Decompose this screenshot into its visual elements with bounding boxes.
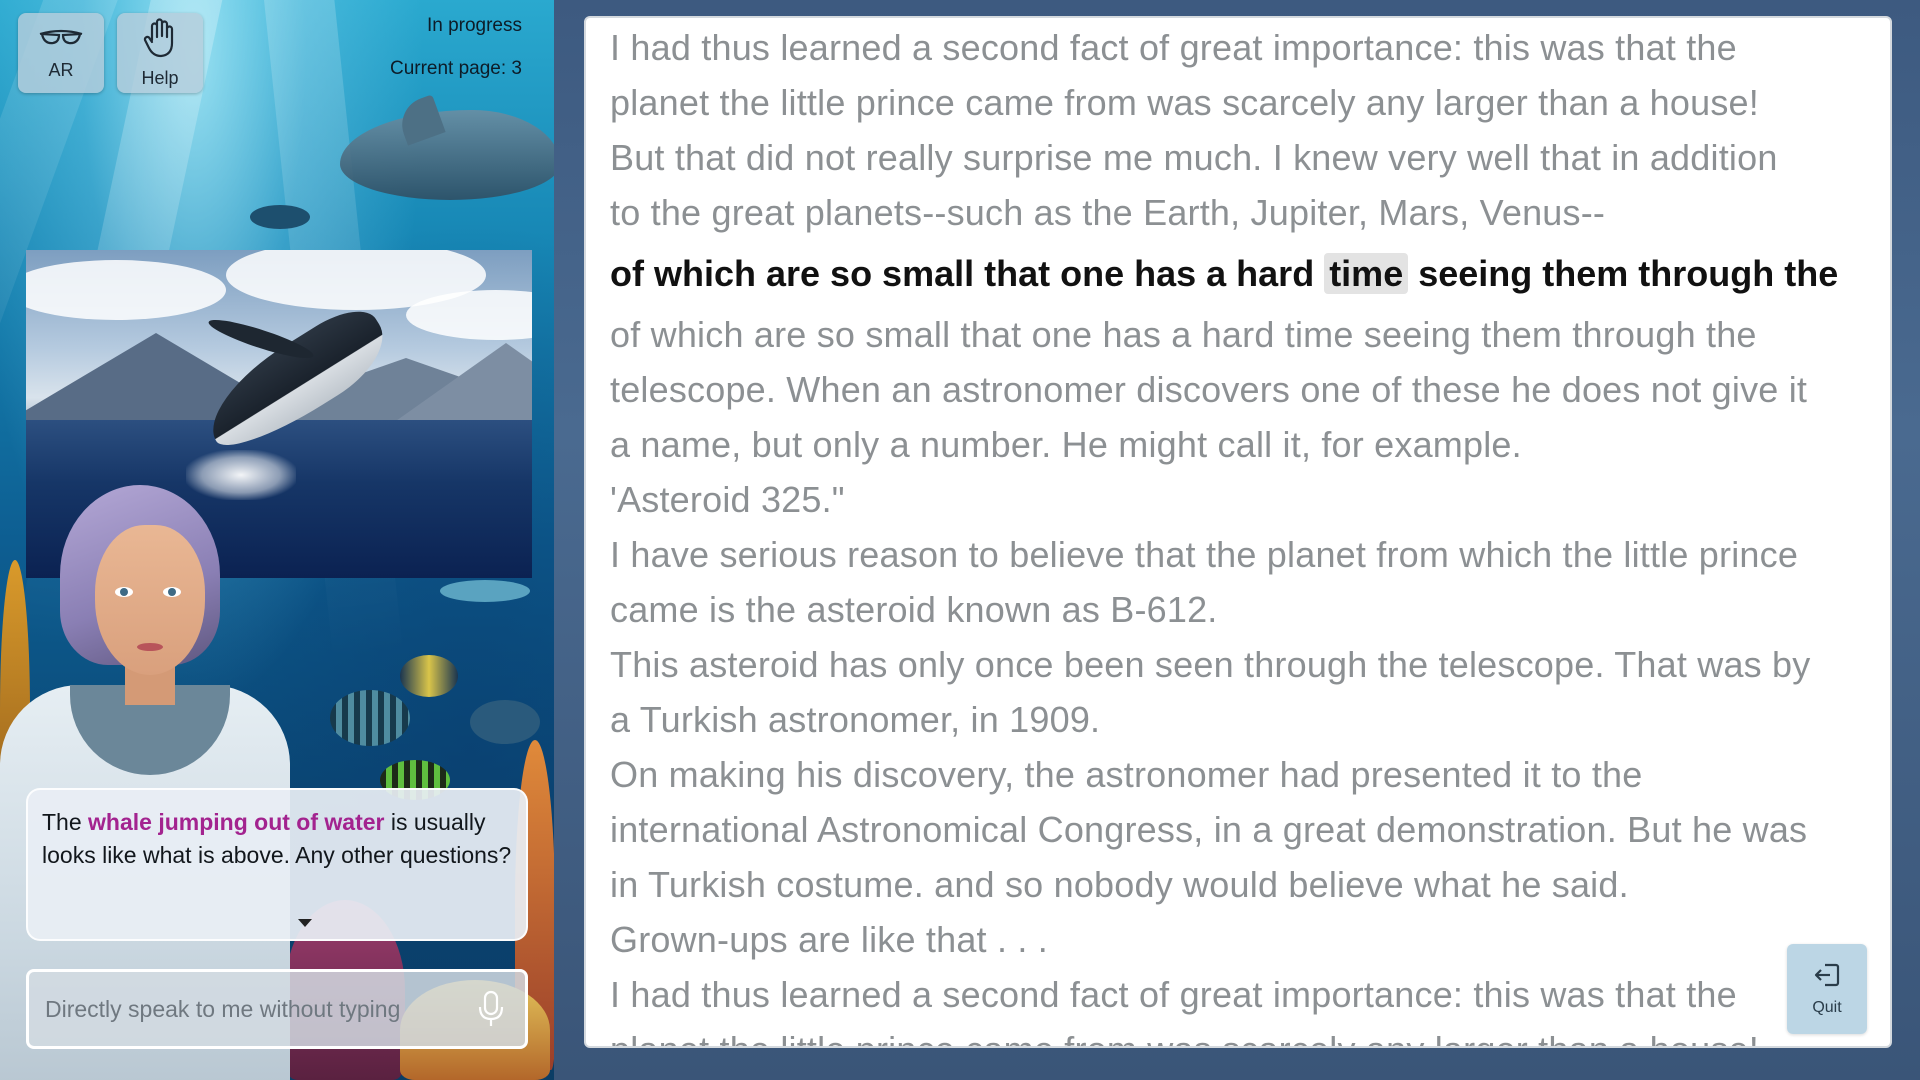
- speak-input-container: [26, 969, 528, 1049]
- left-panel: AR Help In progress Current page: 3 The …: [0, 0, 554, 1080]
- reader-line: This asteroid has only once been seen th…: [610, 644, 1811, 685]
- reader-line: On making his discovery, the astronomer …: [610, 754, 1643, 795]
- expand-caret-icon[interactable]: [298, 919, 312, 927]
- chat-message-prefix: The: [42, 809, 89, 835]
- raised-hand-icon: [143, 17, 177, 62]
- fish-shape: [440, 580, 530, 602]
- current-page-indicator: Current page: 3: [389, 58, 522, 79]
- reader-line: I have serious reason to believe that th…: [610, 534, 1799, 575]
- reader-panel[interactable]: I had thus learned a second fact of grea…: [584, 16, 1892, 1048]
- avatar-eye: [115, 587, 133, 597]
- reader-text: I had thus learned a second fact of grea…: [610, 20, 1870, 1046]
- avatar-mouth: [137, 643, 163, 651]
- current-word-highlight: time: [1324, 253, 1409, 294]
- reader-line: I had thus learned a second fact of grea…: [610, 27, 1737, 68]
- reader-line: a Turkish astronomer, in 1909.: [610, 699, 1101, 740]
- reader-line: came is the asteroid known as B-612.: [610, 589, 1218, 630]
- avatar-eye: [163, 587, 181, 597]
- current-line-before: of which are so small that one has a har…: [610, 253, 1325, 294]
- ar-glasses-icon: [38, 26, 84, 54]
- reader-line: in Turkish costume. and so nobody would …: [610, 864, 1629, 905]
- progress-status: In progress: [426, 15, 522, 36]
- reader-line: of which are so small that one has a har…: [610, 314, 1757, 355]
- fish-shape: [250, 205, 310, 229]
- current-line-after: seeing them through the: [1408, 253, 1839, 294]
- fish-shape: [330, 690, 410, 746]
- quit-button-label: Quit: [1812, 999, 1842, 1016]
- quit-button[interactable]: Quit: [1787, 944, 1867, 1034]
- reader-line: to the great planets--such as the Earth,…: [610, 192, 1606, 233]
- reader-line: a name, but only a number. He might call…: [610, 424, 1522, 465]
- speak-input[interactable]: [43, 994, 471, 1024]
- mountain-shape: [386, 343, 532, 428]
- microphone-icon[interactable]: [471, 984, 511, 1034]
- reader-line: Grown-ups are like that . . .: [610, 919, 1048, 960]
- ar-button-label: AR: [48, 59, 74, 80]
- dolphin-shape: [340, 110, 554, 200]
- fish-shape: [470, 700, 540, 744]
- reader-line: planet the little prince came from was s…: [610, 82, 1759, 123]
- reader-line: planet the little prince came from was s…: [610, 1022, 1870, 1046]
- avatar-face: [95, 525, 205, 675]
- help-button-label: Help: [141, 67, 179, 88]
- ar-button[interactable]: AR: [18, 13, 104, 93]
- chat-message-highlight: whale jumping out of water: [88, 809, 385, 835]
- reader-line: international Astronomical Congress, in …: [610, 809, 1808, 850]
- reader-line: But that did not really surprise me much…: [610, 137, 1778, 178]
- fish-shape: [400, 655, 458, 697]
- reader-line: 'Asteroid 325.": [610, 479, 845, 520]
- reader-line: I had thus learned a second fact of grea…: [610, 974, 1737, 1015]
- current-reading-line: of which are so small that one has a har…: [610, 240, 1870, 307]
- help-button[interactable]: Help: [117, 13, 203, 93]
- reader-line: telescope. When an astronomer discovers …: [610, 369, 1808, 410]
- assistant-chat-bubble: The whale jumping out of water is usuall…: [26, 788, 528, 941]
- exit-icon: [1813, 961, 1841, 993]
